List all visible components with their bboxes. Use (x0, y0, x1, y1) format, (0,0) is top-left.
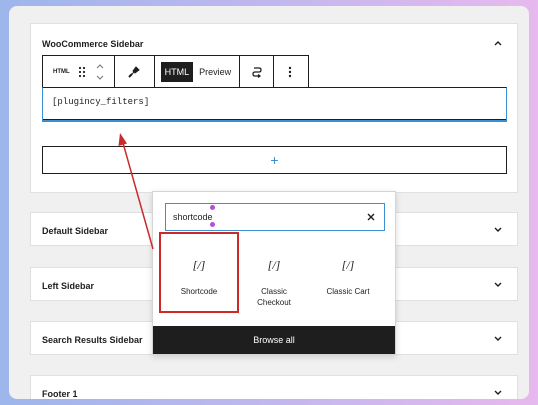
panel-woocommerce-sidebar: WooCommerce Sidebar HTML HTML Preview [p… (30, 23, 518, 193)
block-type-group: HTML (43, 56, 115, 87)
block-item-label: Classic Cart (326, 287, 370, 296)
add-block-button[interactable]: + (42, 146, 507, 174)
plus-icon: + (270, 152, 279, 168)
transform-icon (252, 66, 262, 78)
chevron-up-icon[interactable] (493, 38, 503, 48)
search-value: shortcode (173, 212, 213, 222)
panel-title: Default Sidebar (42, 226, 109, 236)
panel-title: Footer 1 (42, 389, 78, 399)
chevron-down-icon[interactable] (493, 280, 503, 290)
block-toolbar: HTML HTML Preview (42, 55, 309, 88)
block-type-label[interactable]: HTML (43, 69, 77, 75)
tab-preview[interactable]: Preview (193, 67, 239, 77)
text-cursor-handle (210, 222, 215, 227)
chevron-down-icon[interactable] (493, 225, 503, 235)
paint-brush-icon (128, 65, 140, 78)
block-movers (95, 62, 105, 82)
block-item-label: Classic Checkout (257, 287, 291, 307)
block-item-classic-cart[interactable]: [/] Classic Cart (309, 232, 387, 312)
code-value: [plugincy_filters] (52, 97, 150, 107)
move-down-icon[interactable] (95, 74, 105, 82)
chevron-down-icon[interactable] (493, 334, 503, 344)
block-search-input[interactable]: shortcode (165, 203, 385, 231)
highlight-annotation-box (159, 232, 239, 313)
shortcode-icon: [/] (267, 258, 281, 272)
more-vertical-icon (288, 66, 292, 77)
move-up-icon[interactable] (95, 62, 105, 70)
tab-html[interactable]: HTML (160, 61, 194, 82)
more-options-button[interactable] (274, 56, 306, 87)
shortcode-icon: [/] (341, 258, 355, 272)
panel-title: Left Sidebar (42, 281, 95, 291)
divider (43, 119, 506, 120)
panel-title[interactable]: WooCommerce Sidebar (42, 39, 143, 49)
text-cursor-handle (210, 205, 215, 210)
mode-tabs: HTML Preview (155, 56, 241, 87)
browse-all-button[interactable]: Browse all (153, 326, 395, 354)
block-item-classic-checkout[interactable]: [/] Classic Checkout (235, 232, 313, 312)
drag-handle-icon[interactable] (77, 65, 87, 79)
transform-button[interactable] (240, 56, 275, 87)
panel-title: Search Results Sidebar (42, 335, 143, 345)
block-inserter-popover: shortcode [/] Shortcode [/] Classic Chec… (152, 191, 396, 355)
close-icon[interactable] (366, 211, 376, 223)
style-button[interactable] (115, 56, 155, 87)
panel-footer-1[interactable]: Footer 1 (30, 375, 518, 399)
html-code-input[interactable]: [plugincy_filters] (42, 87, 507, 122)
chevron-down-icon[interactable] (493, 388, 503, 398)
